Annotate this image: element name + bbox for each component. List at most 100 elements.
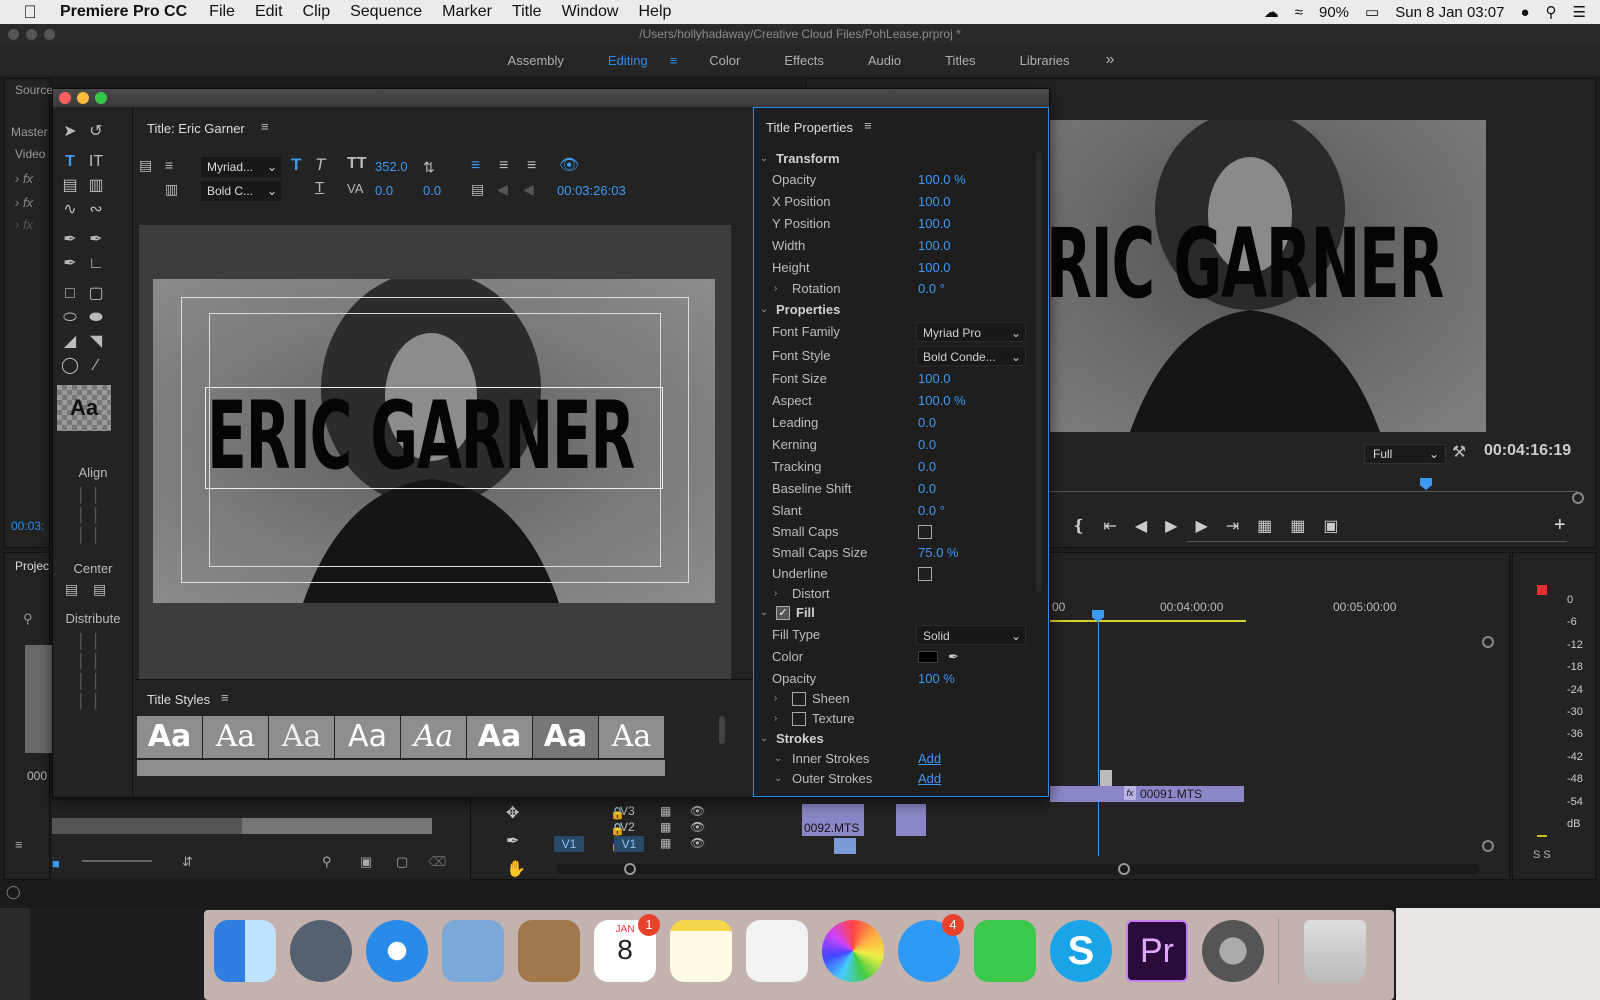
step-back-icon[interactable]: ◀ <box>1135 516 1147 536</box>
user-icon[interactable]: ● <box>1520 4 1529 21</box>
property-value[interactable]: 100.0 <box>918 235 951 257</box>
app-menu[interactable]: Premiere Pro CC <box>60 3 187 21</box>
pen-tool-icon[interactable]: ✒ <box>59 229 81 251</box>
track-v1[interactable]: V1 <box>614 836 644 852</box>
find-icon[interactable]: ⚲ <box>322 854 332 870</box>
workspace-editing[interactable]: Editing <box>586 53 670 68</box>
wrench-icon[interactable]: ⚒ <box>1452 442 1466 462</box>
property-value[interactable]: 100.0 <box>918 191 951 213</box>
fill-type-dropdown[interactable]: Solid ⌄ <box>916 625 1026 645</box>
panel-menu-icon[interactable]: ≡ <box>864 118 872 133</box>
roll-crawl-icon[interactable]: ≡ <box>165 157 173 173</box>
rounded-rect2-tool-icon[interactable]: ⬬ <box>85 307 107 329</box>
font-family-dropdown[interactable]: Myriad Pro ⌄ <box>916 322 1026 342</box>
add-anchor-icon[interactable]: ✒ <box>59 253 81 275</box>
messages-icon[interactable]: 4 <box>898 914 964 982</box>
project-tab[interactable]: Projec <box>15 559 49 573</box>
rectangle-tool-icon[interactable]: □ <box>59 283 81 305</box>
zoom-slider[interactable] <box>82 860 152 862</box>
property-value[interactable]: 0.0 <box>918 412 936 434</box>
zoom-handle[interactable] <box>1572 492 1584 504</box>
font-size-value[interactable]: 352.0 <box>375 159 408 174</box>
finder-icon[interactable] <box>214 920 276 982</box>
style-swatch[interactable]: Aa <box>269 716 334 758</box>
property-value[interactable]: 100.0 <box>918 257 951 279</box>
timeline-ruler[interactable]: 00 00:04:00:00 00:05:00:00 <box>1050 596 1470 626</box>
timeline-scrollbar[interactable] <box>556 863 1480 875</box>
property-value[interactable]: 100.0 <box>918 368 951 390</box>
rounded-rect-tool-icon[interactable]: ▢ <box>85 283 107 305</box>
property-value[interactable]: 75.0 % <box>918 542 958 564</box>
fx-icon[interactable]: › fx <box>15 217 33 232</box>
underline-checkbox[interactable] <box>918 567 932 581</box>
program-playhead[interactable] <box>1420 478 1432 490</box>
extract-icon[interactable]: ▦ <box>1290 516 1305 536</box>
fill-section[interactable]: ⌄ ✓ Fill <box>754 602 1048 624</box>
window-zoom-button[interactable] <box>44 29 55 40</box>
background-timecode[interactable]: 00:03:26:03 <box>557 183 626 198</box>
transform-section[interactable]: ⌄ Transform <box>754 148 1048 170</box>
clip-v2[interactable] <box>896 820 926 836</box>
zoom-select[interactable]: Full ⌄ <box>1364 444 1446 464</box>
camera-icon[interactable]: ▣ <box>1323 516 1338 536</box>
font-family-select[interactable]: Myriad... ⌄ <box>201 157 281 177</box>
trash-icon[interactable] <box>1304 920 1366 982</box>
move-icon[interactable]: ✥ <box>506 800 526 828</box>
menu-file[interactable]: File <box>209 3 235 21</box>
align-left-icon[interactable]: ≡ <box>471 157 480 175</box>
eye-icon[interactable]: 👁 <box>690 804 705 818</box>
menu-window[interactable]: Window <box>562 3 619 21</box>
scroll-end-handle[interactable] <box>1118 863 1130 875</box>
trash-icon[interactable]: ⌫ <box>428 854 446 870</box>
source-tab[interactable]: Source <box>15 83 53 97</box>
menu-sequence[interactable]: Sequence <box>350 3 422 21</box>
path-type-tool-icon[interactable]: ∿ <box>59 199 81 221</box>
line-tool-icon[interactable]: ∕ <box>85 355 107 377</box>
workspace-effects[interactable]: Effects <box>762 53 846 68</box>
battery-percent[interactable]: 90% <box>1319 4 1349 21</box>
system-preferences-icon[interactable] <box>1202 920 1264 982</box>
sheen-checkbox[interactable] <box>792 692 806 706</box>
center-horizontal-icon[interactable]: ▤ <box>65 581 78 598</box>
mark-out-icon[interactable]: ❴ <box>1072 516 1085 536</box>
clip-0092[interactable]: 0092.MTS <box>802 820 864 836</box>
texture-row[interactable]: › Texture <box>754 708 1048 730</box>
property-value[interactable]: 0.0 ° <box>918 278 945 300</box>
go-to-out-icon[interactable]: ⇥ <box>1226 516 1239 536</box>
solo-buttons[interactable]: S S <box>1533 849 1551 861</box>
underline-icon[interactable]: T <box>315 179 324 196</box>
menu-help[interactable]: Help <box>638 3 671 21</box>
property-value[interactable]: 100.0 % <box>918 390 966 412</box>
icon-view-icon[interactable]: ■ <box>52 856 60 871</box>
font-style-select[interactable]: Bold C... ⌄ <box>201 181 281 201</box>
menu-edit[interactable]: Edit <box>255 3 283 21</box>
new-title-icon[interactable]: ▤ <box>139 157 152 174</box>
search-icon[interactable]: ⚲ <box>23 611 33 627</box>
track-v3[interactable]: V3 <box>620 804 635 818</box>
clip-thumbnail-strip[interactable] <box>52 818 242 834</box>
small-caps-checkbox[interactable] <box>918 525 932 539</box>
fill-checkbox[interactable]: ✓ <box>776 606 790 620</box>
clip-00091[interactable]: fx 00091.MTS <box>1050 786 1244 802</box>
calendar-icon[interactable]: JAN 8 1 <box>594 914 660 982</box>
texture-checkbox[interactable] <box>792 712 806 726</box>
sheen-row[interactable]: › Sheen <box>754 688 1048 710</box>
style-swatch[interactable]: Aa <box>335 716 400 758</box>
preview-icon[interactable] <box>746 920 808 982</box>
bold-icon[interactable]: T <box>291 155 301 175</box>
source-timecode[interactable]: 00:03: <box>11 519 44 533</box>
convert-anchor-icon[interactable]: ∟ <box>85 253 107 275</box>
go-to-in-icon[interactable]: ⇤ <box>1103 516 1116 536</box>
rotation-tool-icon[interactable]: ↺ <box>85 121 107 143</box>
lift-icon[interactable]: ▦ <box>1257 516 1272 536</box>
workspace-color[interactable]: Color <box>687 53 762 68</box>
title-properties-tab[interactable]: Title Properties <box>766 120 853 135</box>
ellipse-tool-icon[interactable]: ◯ <box>59 355 81 377</box>
tab-stops-icon[interactable]: ▥ <box>165 181 178 198</box>
arc-tool-icon[interactable]: ◥ <box>85 331 107 353</box>
program-monitor-video[interactable]: RIC GARNER <box>1050 120 1486 432</box>
film-icon[interactable]: ▦ <box>660 836 671 850</box>
creative-cloud-icon[interactable]: ☁ <box>1264 3 1279 21</box>
title-background-video[interactable]: ERIC GARNER <box>153 279 715 603</box>
text-bounding-box[interactable] <box>205 387 663 489</box>
